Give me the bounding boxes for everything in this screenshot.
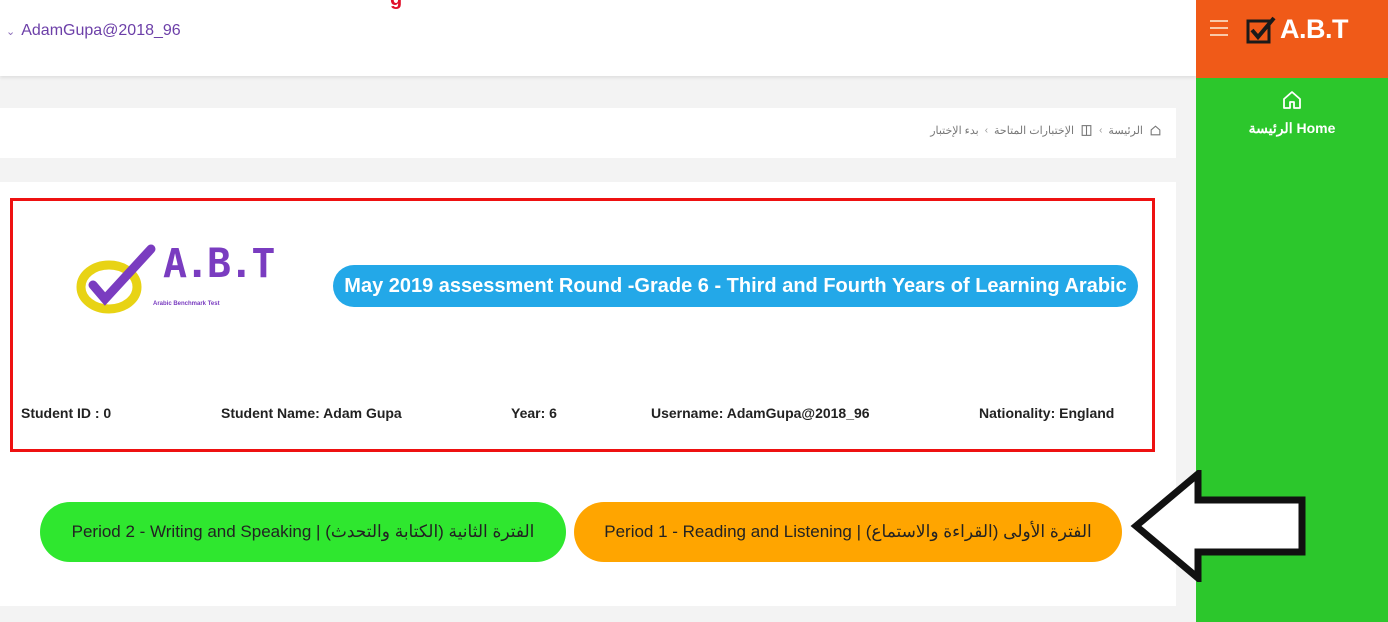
logo-text: A.B.T (163, 241, 275, 287)
sidebar-item-home[interactable]: الرئيسة Home (1196, 88, 1388, 158)
sidebar-item-label: الرئيسة Home (1248, 120, 1336, 136)
student-nationality: Nationality: England (979, 405, 1115, 421)
home-icon (1150, 125, 1161, 136)
brand-bar: A.B.T (1196, 0, 1388, 78)
student-year: Year: 6 (511, 405, 557, 421)
checkbox-check-icon (1246, 16, 1276, 43)
main-card: A.B.T Arabic Benchmark Test May 2019 ass… (0, 182, 1176, 606)
user-menu[interactable]: ⌄ AdamGupa@2018_96 (6, 22, 181, 40)
abt-logo: A.B.T Arabic Benchmark Test (71, 239, 275, 319)
abt-check-logo-icon (76, 244, 156, 314)
breadcrumb-available-tests[interactable]: الإختبارات المتاحة (994, 124, 1074, 137)
brand-name: A.B.T (1280, 14, 1349, 44)
breadcrumb-card: الرئيسة ‹ الإختبارات المتاحة ‹ بدء الإخت… (0, 108, 1176, 158)
student-name: Student Name: Adam Gupa (221, 405, 402, 421)
period-1-button[interactable]: Period 1 - Reading and Listening | الفتر… (574, 502, 1122, 562)
arrow-left-icon (1130, 470, 1306, 582)
breadcrumb: الرئيسة ‹ الإختبارات المتاحة ‹ بدء الإخت… (930, 124, 1162, 137)
brand-logo[interactable]: A.B.T (1246, 14, 1349, 45)
home-icon (1283, 91, 1301, 109)
student-username: Username: AdamGupa@2018_96 (651, 405, 870, 421)
logo-subtitle: Arabic Benchmark Test (153, 301, 220, 307)
top-header: g ⌄ AdamGupa@2018_96 (0, 0, 1196, 76)
chevron-down-icon: ⌄ (6, 25, 16, 38)
breadcrumb-start-test: بدء الإختبار (930, 125, 979, 137)
chevron-left-icon: ‹ (1099, 125, 1103, 136)
header-title-fragment: g (390, 0, 402, 11)
breadcrumb-home[interactable]: الرئيسة (1108, 124, 1143, 137)
book-icon (1081, 125, 1092, 136)
hamburger-menu-icon[interactable] (1210, 20, 1228, 36)
student-info-frame: A.B.T Arabic Benchmark Test May 2019 ass… (10, 198, 1155, 452)
assessment-title: May 2019 assessment Round -Grade 6 - Thi… (333, 265, 1138, 307)
period-2-button[interactable]: Period 2 - Writing and Speaking | الفترة… (40, 502, 566, 562)
username-label: AdamGupa@2018_96 (21, 22, 181, 39)
chevron-left-icon: ‹ (984, 125, 989, 136)
student-id: Student ID : 0 (21, 405, 112, 421)
